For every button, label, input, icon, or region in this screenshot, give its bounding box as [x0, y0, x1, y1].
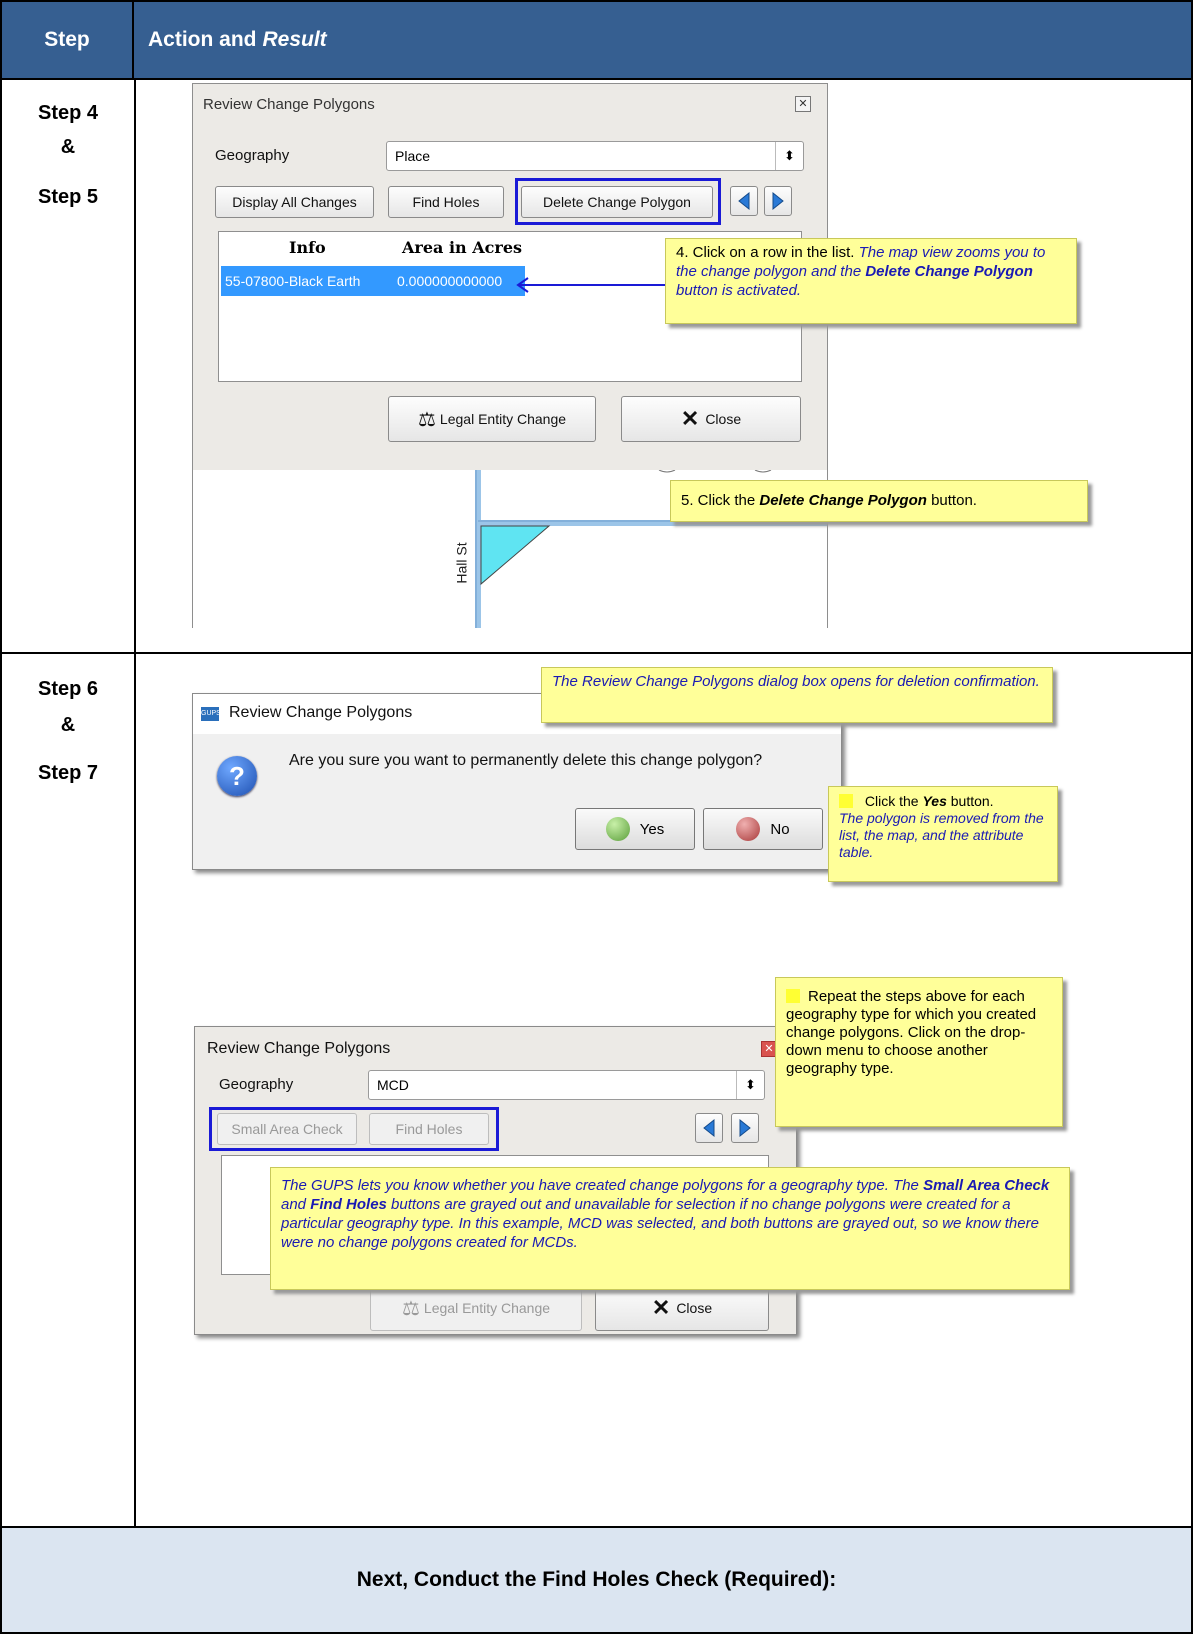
- legal-entity-change-button[interactable]: ⚖ Legal Entity Change: [370, 1285, 582, 1331]
- delete-change-polygon-button[interactable]: Delete Change Polygon: [521, 186, 713, 218]
- step-label-amp: &: [60, 136, 76, 158]
- callout-step4: 4. Click on a row in the list. The map v…: [665, 238, 1077, 324]
- confirm-message: Are you sure you want to permanently del…: [289, 752, 763, 769]
- close-button[interactable]: ✕ Close: [595, 1285, 769, 1331]
- geography-label: Geography: [219, 1076, 294, 1093]
- footer-text: Next, Conduct the Find Holes Check (Requ…: [356, 1568, 837, 1591]
- close-x-icon: ✕: [651, 1295, 671, 1320]
- callout-gups-bold1: Small Area Check: [923, 1177, 1050, 1194]
- arrow-pointer: [516, 277, 672, 293]
- callout-step7-suffix: button.: [950, 793, 994, 809]
- callout-step5-suffix: button.: [931, 492, 977, 509]
- callout-step6: The Review Change Polygons dialog box op…: [541, 667, 1053, 723]
- close-label: Close: [676, 1300, 713, 1316]
- callout-repeat-text: Repeat the steps above for each geograph…: [786, 988, 1037, 1077]
- find-holes-button[interactable]: Find Holes: [388, 186, 504, 218]
- dialog-title: Review Change Polygons: [207, 1040, 391, 1057]
- column-header-area[interactable]: Area in Acres: [402, 238, 522, 257]
- callout-step7-button-name: Yes: [922, 793, 947, 809]
- green-orb-icon: [605, 817, 630, 841]
- geography-select[interactable]: MCD ⬍: [368, 1070, 765, 1100]
- dialog-title: Review Change Polygons: [203, 96, 375, 113]
- header-result-label: Result: [262, 28, 327, 51]
- review-change-polygons-dialog: Review Change Polygons ✕ Geography Place…: [192, 83, 828, 628]
- close-x-icon: ✕: [680, 406, 700, 431]
- marker-square: [839, 794, 853, 808]
- previous-button[interactable]: [695, 1113, 723, 1143]
- arrow-left-icon: [703, 1118, 715, 1138]
- yes-label: Yes: [639, 820, 665, 838]
- step-label: Step 4: [37, 102, 99, 124]
- arrow-right-icon: [739, 1118, 751, 1138]
- row-area: 0.000000000000: [397, 273, 503, 289]
- small-area-check-button[interactable]: Small Area Check: [217, 1113, 357, 1145]
- column-divider: [134, 80, 136, 1526]
- no-label: No: [770, 820, 790, 838]
- dialog-title: Review Change Polygons: [229, 704, 413, 721]
- column-header-info[interactable]: Info: [289, 238, 326, 257]
- legal-entity-change-button[interactable]: ⚖ Legal Entity Change: [388, 396, 596, 442]
- next-button[interactable]: [731, 1113, 759, 1143]
- callout-gups-text2: and: [281, 1196, 307, 1213]
- scales-icon: ⚖: [401, 1297, 420, 1320]
- arrow-right-icon: [772, 191, 784, 211]
- table-row[interactable]: 55-07800-Black Earth 0.000000000000: [221, 266, 525, 296]
- scales-icon: ⚖: [417, 408, 436, 431]
- callout-step5-action: 5. Click the: [681, 492, 756, 509]
- callout-step7-result: The polygon is removed from the list, th…: [839, 810, 1044, 860]
- footer-row: Next, Conduct the Find Holes Check (Requ…: [2, 1528, 1191, 1632]
- row-divider: [2, 652, 1191, 654]
- gups-app-icon: GUPS: [201, 707, 221, 721]
- legal-entity-change-label: Legal Entity Change: [439, 411, 567, 427]
- step-label: Step 5: [37, 186, 99, 208]
- callout-step7: Click the Yes button. The polygon is rem…: [828, 786, 1058, 882]
- callout-gups-info: The GUPS lets you know whether you have …: [270, 1167, 1070, 1290]
- row-info: 55-07800-Black Earth: [225, 273, 361, 289]
- header-action: Action and Result: [148, 2, 327, 78]
- callout-step4-result-end: button is activated.: [676, 282, 802, 299]
- close-icon[interactable]: ✕: [795, 96, 811, 112]
- callout-step4-action: 4. Click on a row in the list.: [676, 244, 855, 261]
- step-label: Step 6: [37, 678, 99, 700]
- close-button[interactable]: ✕ Close: [621, 396, 801, 442]
- chevron-updown-icon: ⬍: [736, 1071, 764, 1099]
- chevron-updown-icon: ⬍: [775, 142, 803, 170]
- next-button[interactable]: [764, 186, 792, 216]
- callout-step5: 5. Click the Delete Change Polygon butto…: [670, 480, 1088, 522]
- street-label: Hall St: [453, 542, 470, 584]
- question-icon: ?: [217, 756, 257, 796]
- step-label: Step 7: [37, 762, 99, 784]
- find-holes-button[interactable]: Find Holes: [369, 1113, 489, 1145]
- no-button[interactable]: No: [703, 808, 823, 850]
- previous-button[interactable]: [730, 186, 758, 216]
- step-label-amp: &: [60, 714, 76, 736]
- callout-step7-action: Click the: [864, 793, 919, 809]
- geography-label: Geography: [215, 147, 290, 164]
- yes-button[interactable]: Yes: [575, 808, 695, 850]
- marker-square: [786, 989, 800, 1003]
- geography-value: MCD: [377, 1077, 409, 1093]
- callout-step4-button-name: Delete Change Polygon: [865, 263, 1033, 280]
- callout-gups-text1: The GUPS lets you know whether you have …: [281, 1177, 919, 1194]
- instruction-table: Step Action and Result Step 4 & Step 5 S…: [0, 0, 1193, 1634]
- geography-value: Place: [395, 148, 431, 164]
- red-orb-icon: [736, 817, 761, 841]
- display-all-changes-button[interactable]: Display All Changes: [215, 186, 374, 218]
- arrow-left-icon: [738, 191, 750, 211]
- geography-select[interactable]: Place ⬍: [386, 141, 804, 171]
- table-header: Step Action and Result: [2, 2, 1191, 80]
- callout-gups-text3: buttons are grayed out and unavailable f…: [281, 1196, 1039, 1251]
- close-label: Close: [705, 411, 742, 427]
- header-action-label: Action and: [148, 28, 257, 51]
- callout-repeat: Repeat the steps above for each geograph…: [775, 977, 1063, 1127]
- callout-step5-button-name: Delete Change Polygon: [759, 492, 927, 509]
- header-step: Step: [2, 2, 134, 78]
- callout-step6-text: The Review Change Polygons dialog box op…: [552, 673, 1040, 690]
- legal-entity-change-label: Legal Entity Change: [423, 1300, 551, 1316]
- callout-gups-bold2: Find Holes: [310, 1196, 387, 1213]
